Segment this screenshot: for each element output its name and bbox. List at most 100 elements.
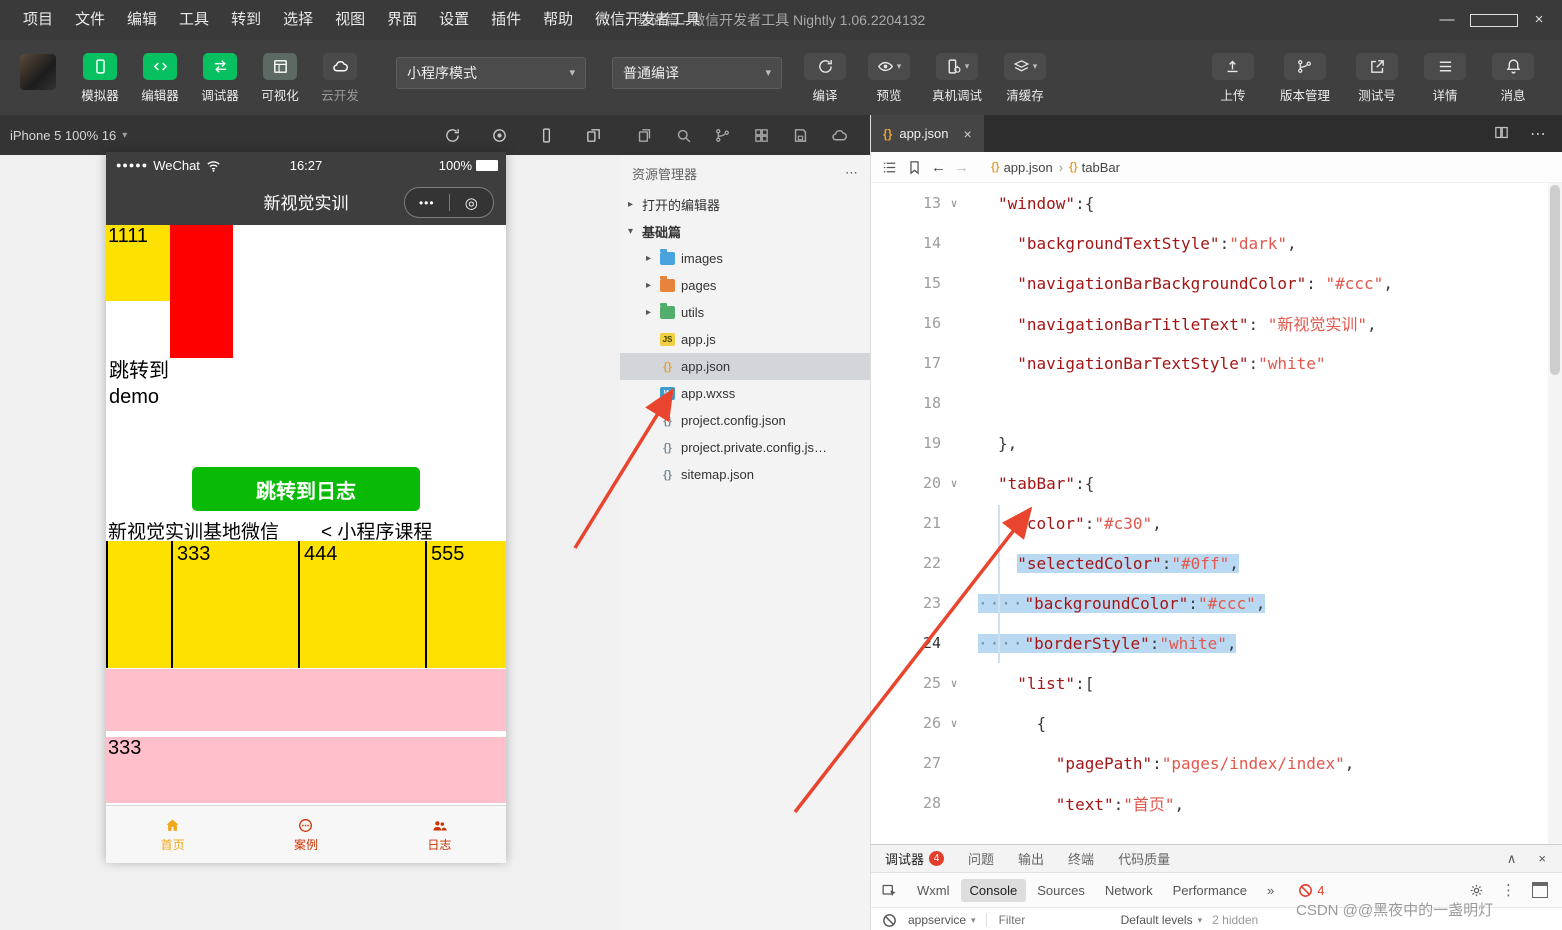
bookmark-icon[interactable]	[906, 159, 923, 176]
cloud-sync-icon[interactable]	[831, 127, 848, 144]
tree-item-pages[interactable]: ▸pages	[620, 272, 870, 299]
back-icon[interactable]: ←	[931, 159, 946, 176]
tree-item-sitemap.json[interactable]: {}sitemap.json	[620, 461, 870, 488]
more-icon[interactable]: ⋯	[845, 165, 858, 181]
error-badge[interactable]: 4	[1297, 882, 1324, 899]
code-line-26[interactable]: 26∨ {	[871, 703, 1548, 743]
breadcrumb-item-tabBar[interactable]: {}tabBar	[1069, 160, 1120, 175]
menu-item-界面[interactable]: 界面	[376, 0, 428, 40]
jump-log-button[interactable]: 跳转到日志	[192, 467, 420, 511]
menu-item-插件[interactable]: 插件	[480, 0, 532, 40]
record-icon[interactable]	[491, 127, 508, 144]
forward-icon[interactable]: →	[954, 159, 969, 176]
search-icon[interactable]	[675, 127, 692, 144]
refresh-icon[interactable]	[444, 127, 461, 144]
avatar[interactable]	[20, 54, 56, 90]
tree-item-project.config.json[interactable]: {}project.config.json	[620, 407, 870, 434]
tree-item-images[interactable]: ▸images	[620, 245, 870, 272]
jump-text[interactable]: 跳转到 demo	[106, 358, 506, 412]
tab-app-json[interactable]: {} app.json ×	[871, 115, 984, 152]
menu-item-帮助[interactable]: 帮助	[532, 0, 584, 40]
breadcrumb-item-app.json[interactable]: {}app.json	[991, 160, 1053, 175]
tree-item-打开的编辑器[interactable]: ▸打开的编辑器	[620, 191, 870, 218]
toolbar-button-模拟器[interactable]: 模拟器	[70, 53, 130, 104]
maximize-button[interactable]	[1470, 0, 1516, 40]
tree-item-基础篇[interactable]: ▾基础篇	[620, 218, 870, 245]
code-line-23[interactable]: 23····"backgroundColor":"#ccc",	[871, 583, 1548, 623]
kebab-menu-icon[interactable]: ⋮	[1501, 881, 1516, 899]
menu-item-编辑[interactable]: 编辑	[116, 0, 168, 40]
tree-item-utils[interactable]: ▸utils	[620, 299, 870, 326]
fold-icon[interactable]: ∨	[941, 677, 967, 690]
scrollbar[interactable]	[1548, 183, 1562, 844]
action-button-清缓存[interactable]: ▾清缓存	[1004, 53, 1046, 104]
files-icon[interactable]	[636, 127, 653, 144]
phone-tab-案例[interactable]: 案例	[239, 806, 372, 863]
code-line-17[interactable]: 17 "navigationBarTextStyle":"white"	[871, 343, 1548, 383]
fold-icon[interactable]: ∨	[941, 197, 967, 210]
code-line-15[interactable]: 15 "navigationBarBackgroundColor": "#ccc…	[871, 263, 1548, 303]
inspect-icon[interactable]	[881, 882, 898, 899]
menu-item-项目[interactable]: 项目	[12, 0, 64, 40]
more-actions-icon[interactable]: ⋯	[1530, 124, 1546, 144]
collapse-panel-icon[interactable]: ∧	[1507, 851, 1517, 867]
tree-item-project.private.config.js…[interactable]: {}project.private.config.js…	[620, 434, 870, 461]
toolbar-button-上传[interactable]: 上传	[1212, 53, 1254, 104]
code-line-13[interactable]: 13∨"window":{	[871, 183, 1548, 223]
exit-icon[interactable]: ◎	[450, 194, 494, 212]
filter-input[interactable]	[997, 912, 1111, 928]
phone-tab-日志[interactable]: 日志	[373, 806, 506, 863]
console-tab-Network[interactable]: Network	[1096, 879, 1162, 902]
console-tab-Sources[interactable]: Sources	[1028, 879, 1094, 902]
menu-item-设置[interactable]: 设置	[428, 0, 480, 40]
toolbar-button-详情[interactable]: 详情	[1424, 53, 1466, 104]
menu-item-视图[interactable]: 视图	[324, 0, 376, 40]
toolbar-button-消息[interactable]: 消息	[1492, 53, 1534, 104]
code-line-24[interactable]: 24····"borderStyle":"white",	[871, 623, 1548, 663]
git-icon[interactable]	[714, 127, 731, 144]
mode-select[interactable]: 小程序模式 ▾	[396, 57, 586, 89]
debugger-tab-问题[interactable]: 问题	[968, 849, 994, 868]
code-line-19[interactable]: 19},	[871, 423, 1548, 463]
code-line-25[interactable]: 25∨ "list":[	[871, 663, 1548, 703]
fold-icon[interactable]: ∨	[941, 717, 967, 730]
debugger-tab-调试器[interactable]: 调试器4	[885, 849, 944, 868]
menu-item-转到[interactable]: 转到	[220, 0, 272, 40]
context-select[interactable]: appservice▾	[908, 913, 976, 927]
close-panel-icon[interactable]: ×	[1538, 851, 1546, 867]
toolbar-button-编辑器[interactable]: 编辑器	[130, 53, 190, 104]
debugger-tab-终端[interactable]: 终端	[1068, 849, 1094, 868]
close-button[interactable]: ×	[1516, 0, 1562, 40]
code-line-27[interactable]: 27 "pagePath":"pages/index/index",	[871, 743, 1548, 783]
menu-item-工具[interactable]: 工具	[168, 0, 220, 40]
code-editor[interactable]: 13∨"window":{14 "backgroundTextStyle":"d…	[871, 183, 1562, 844]
more-icon[interactable]: •••	[405, 196, 449, 210]
compile-mode-select[interactable]: 普通编译 ▾	[612, 57, 782, 89]
tree-item-app.wxss[interactable]: Wapp.wxss	[620, 380, 870, 407]
action-button-真机调试[interactable]: ▾真机调试	[932, 53, 982, 104]
code-line-14[interactable]: 14 "backgroundTextStyle":"dark",	[871, 223, 1548, 263]
toolbar-button-云开发[interactable]: 云开发	[310, 53, 370, 104]
menu-item-微信开发者工具[interactable]: 微信开发者工具	[584, 0, 711, 40]
extensions-icon[interactable]	[753, 127, 770, 144]
multi-window-icon[interactable]	[585, 127, 602, 144]
dock-side-icon[interactable]	[1532, 882, 1548, 898]
menu-item-文件[interactable]: 文件	[64, 0, 116, 40]
minimize-button[interactable]: —	[1424, 0, 1470, 40]
toolbar-button-版本管理[interactable]: 版本管理	[1280, 53, 1330, 104]
phone-tab-首页[interactable]: 首页	[106, 806, 239, 863]
rotate-device-icon[interactable]	[538, 127, 555, 144]
console-tab-»[interactable]: »	[1258, 879, 1283, 902]
split-editor-icon[interactable]	[1493, 124, 1510, 144]
capsule-menu[interactable]: ••• ◎	[404, 187, 494, 218]
toolbar-button-测试号[interactable]: 测试号	[1356, 53, 1398, 104]
code-line-28[interactable]: 28 "text":"首页",	[871, 783, 1548, 823]
course-link[interactable]: < 小程序课程	[321, 517, 432, 540]
action-button-编译[interactable]: 编译	[804, 53, 846, 104]
code-line-16[interactable]: 16 "navigationBarTitleText": "新视觉实训",	[871, 303, 1548, 343]
clear-console-icon[interactable]	[881, 912, 898, 929]
levels-select[interactable]: Default levels▾	[1121, 913, 1203, 927]
toolbar-button-调试器[interactable]: 调试器	[190, 53, 250, 104]
scrollbar-thumb[interactable]	[1550, 185, 1560, 375]
menu-item-选择[interactable]: 选择	[272, 0, 324, 40]
